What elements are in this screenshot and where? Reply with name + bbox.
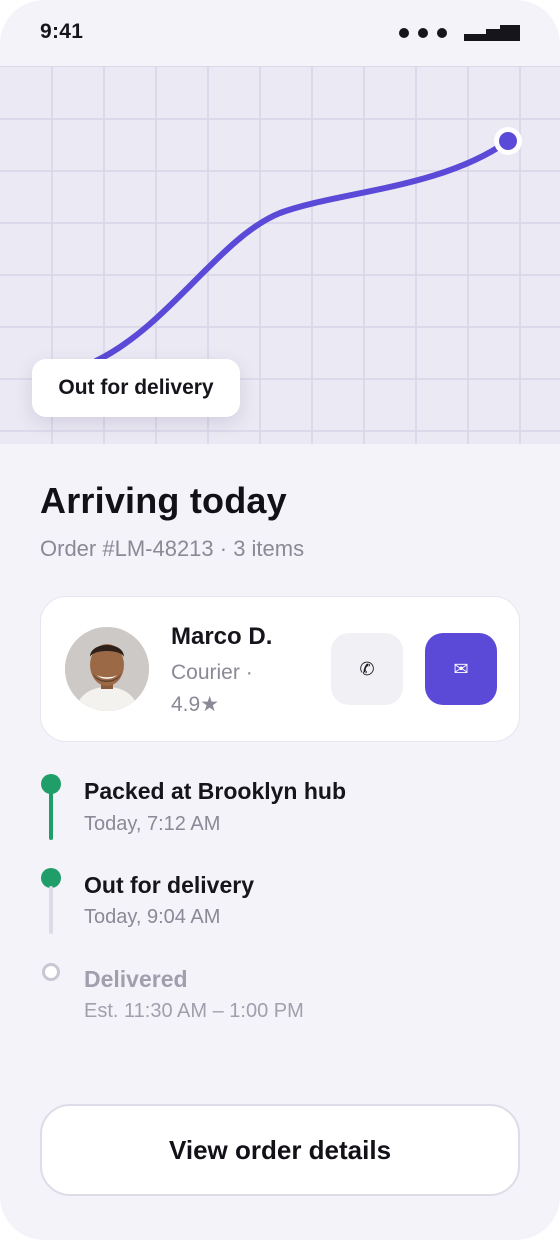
mail-icon: ✉ [453,658,469,679]
timeline-step-time: Est. 11:30 AM – 1:00 PM [84,1000,304,1022]
timeline-step-title: Packed at Brooklyn hub [84,778,347,804]
phone-screen: 9:41 Out for delivery Arriving today Ord… [0,0,560,1240]
status-icons [399,25,520,41]
phone-icon: ✆ [359,658,375,679]
step-pending-icon [42,963,60,981]
delivery-route [93,138,511,364]
battery-icon [464,25,520,41]
courier-meta: Courier · 4.9★ [171,657,281,721]
courier-name: Marco D. [171,623,273,650]
page-title: Arriving today [40,480,287,521]
timeline-step-title: Delivered [84,966,188,992]
timeline-step-time: Today, 7:12 AM [84,813,221,835]
map-status-chip: Out for delivery [32,359,240,417]
call-courier-button[interactable]: ✆ [331,633,403,705]
destination-marker-core [499,132,517,150]
signal-dot-icon [399,28,409,38]
step-complete-icon [41,774,61,794]
courier-rating: 4.9★ [171,693,220,716]
status-bar: 9:41 [0,0,560,66]
timeline-step-title: Out for delivery [84,872,254,898]
signal-dot-icon [418,28,428,38]
courier-photo [65,627,149,711]
step-complete-icon [41,868,61,888]
signal-dot-icon [437,28,447,38]
view-order-details-button[interactable]: View order details [40,1104,520,1196]
courier-role: Courier · [171,661,253,684]
order-summary: Order #LM-48213 · 3 items [40,536,305,561]
delivery-map[interactable]: Out for delivery [0,66,560,444]
status-time: 9:41 [40,20,84,43]
timeline-connector [49,886,53,934]
delivery-timeline: Packed at Brooklyn hub Today, 7:12 AM Ou… [0,770,560,1070]
timeline-connector [49,792,53,840]
message-courier-button[interactable]: ✉ [425,633,497,705]
timeline-step-time: Today, 9:04 AM [84,906,221,928]
courier-avatar [65,627,149,711]
courier-card: Marco D. Courier · 4.9★ ✆ ✉ [40,596,520,742]
